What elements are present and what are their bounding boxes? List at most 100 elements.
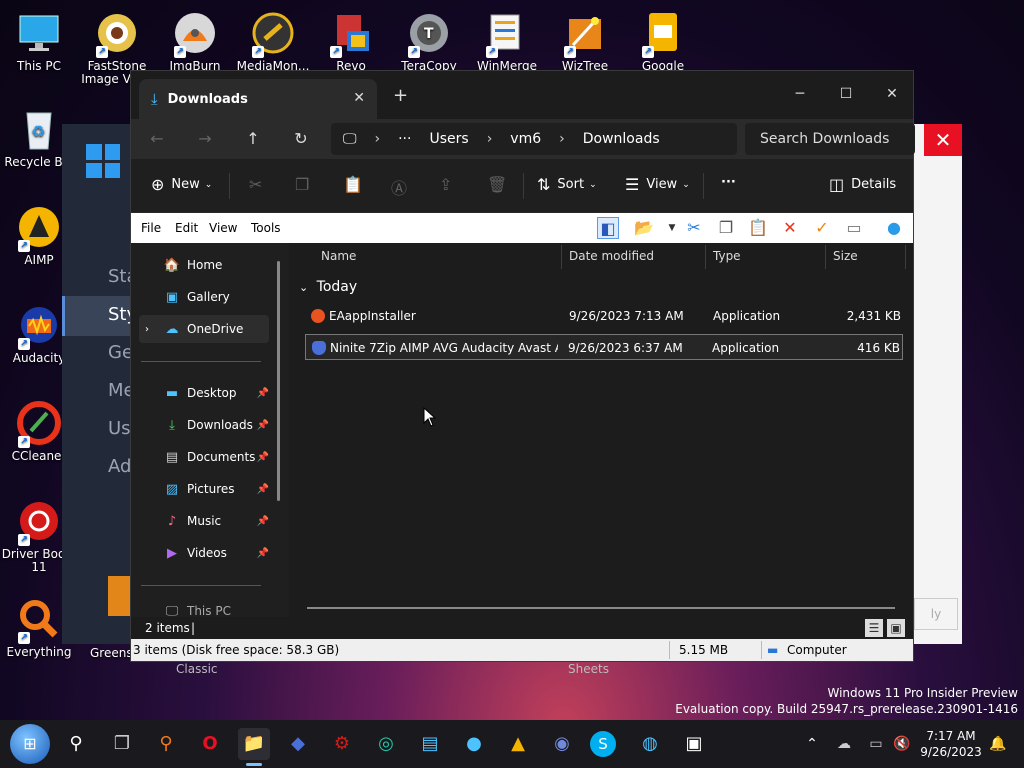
nav-item-desktop[interactable]: ▬ Desktop 📌 — [139, 379, 269, 407]
column-divider[interactable] — [905, 245, 906, 269]
column-header-type[interactable]: Type — [713, 249, 741, 263]
nav-item-downloads[interactable]: ⤓ Downloads 📌 — [139, 411, 269, 439]
nav-item-home[interactable]: 🏠 Home — [139, 251, 269, 279]
desktop-icon-wiztree[interactable]: ↗ WizTree — [546, 10, 624, 73]
up-button[interactable]: ↑ — [241, 127, 265, 151]
everything-icon[interactable]: ⚲ — [150, 728, 182, 760]
nav-item-pictures[interactable]: ▨ Pictures 📌 — [139, 475, 269, 503]
maximize-button[interactable]: ☐ — [823, 79, 869, 109]
close-button[interactable]: ✕ — [869, 79, 915, 109]
file-row[interactable]: Ninite 7Zip AIMP AVG Audacity Avast Avi.… — [305, 334, 903, 360]
details-view-icon[interactable]: ☰ — [865, 619, 883, 637]
menu-file[interactable]: File — [141, 221, 161, 235]
nav-scrollbar[interactable] — [277, 261, 280, 501]
column-divider[interactable] — [561, 245, 562, 269]
cut-icon[interactable]: ✂ — [249, 175, 262, 194]
paste-icon[interactable]: 📋 — [343, 175, 363, 194]
background-dialog-close-button[interactable]: ✕ — [924, 124, 962, 156]
file-explorer-icon[interactable]: 📁 — [238, 728, 270, 766]
avast-icon[interactable]: ◎ — [370, 728, 402, 760]
globe-icon[interactable]: ● — [883, 217, 905, 239]
tab-close-icon[interactable]: ✕ — [353, 90, 365, 106]
chevron-up-icon[interactable]: ⌃ — [798, 728, 826, 760]
delete-icon[interactable]: 🗑 — [487, 175, 507, 194]
driver-booster-icon[interactable]: ⚙ — [326, 728, 358, 760]
rename-icon[interactable]: Ⓐ — [391, 175, 407, 199]
nav-item-onedrive[interactable]: › ☁ OneDrive — [139, 315, 269, 343]
chrome-icon[interactable]: ◍ — [634, 728, 666, 760]
discord-icon[interactable]: ◉ — [546, 728, 578, 760]
cut-icon[interactable]: ✂ — [683, 217, 705, 239]
paste-icon[interactable]: 📋 — [747, 217, 769, 239]
globe-icon[interactable]: ● — [458, 728, 490, 760]
chevron-down-icon[interactable]: ▼ — [661, 217, 683, 239]
tiles-view-icon[interactable]: ▣ — [887, 619, 905, 637]
desktop-icon-teracopy[interactable]: T ↗ TeraCopy — [390, 10, 468, 73]
nav-item-gallery[interactable]: ▣ Gallery — [139, 283, 269, 311]
view-button[interactable]: ☰ View ⌄ — [625, 175, 690, 194]
group-header[interactable]: ⌄ Today — [299, 279, 357, 295]
system-clock[interactable]: 7:17 AM 9/26/2023 — [916, 728, 986, 760]
nav-item-this-pc[interactable]: 🖵 This PC — [139, 605, 269, 617]
share-icon[interactable]: ⇪ — [439, 175, 452, 194]
details-button[interactable]: ◫ Details — [829, 175, 896, 194]
notepad-icon[interactable]: ▤ — [414, 728, 446, 760]
breadcrumb-item[interactable]: vm6 — [510, 131, 541, 147]
nav-item-videos[interactable]: ▶ Videos 📌 — [139, 539, 269, 567]
delete-x-icon[interactable]: ✕ — [779, 217, 801, 239]
chevron-right-icon[interactable]: › — [145, 324, 149, 335]
notification-bell-icon[interactable]: 🔔 — [986, 728, 1010, 760]
file-row[interactable]: EAappInstaller 9/26/2023 7:13 AM Applica… — [305, 303, 903, 329]
desktop-icon-winmerge[interactable]: ↗ WinMerge — [468, 10, 546, 73]
menu-edit[interactable]: Edit — [175, 221, 198, 235]
new-button[interactable]: ⊕ New ⌄ — [151, 175, 212, 194]
search-icon[interactable]: ⚲ — [60, 728, 92, 760]
start-button[interactable]: ⊞ — [10, 724, 50, 764]
display-icon[interactable]: ▭ — [862, 728, 890, 760]
background-menu-item: Ad — [108, 456, 132, 477]
column-header-date[interactable]: Date modified — [569, 249, 654, 263]
navigation-pane-icon[interactable]: ◧ — [597, 217, 619, 239]
network-info-icon[interactable]: ☁ — [830, 728, 858, 760]
breadcrumb-overflow[interactable]: ··· — [398, 131, 411, 147]
nav-item-documents[interactable]: ▤ Documents 📌 — [139, 443, 269, 471]
folder-check-icon[interactable]: 📂 — [633, 217, 655, 239]
menu-view[interactable]: View — [209, 221, 237, 235]
refresh-button[interactable]: ↻ — [289, 127, 313, 151]
copy-icon[interactable]: ❐ — [715, 217, 737, 239]
column-divider[interactable] — [825, 245, 826, 269]
background-dialog-button[interactable]: ly — [914, 598, 958, 630]
properties-icon[interactable]: ▭ — [843, 217, 865, 239]
more-options-button[interactable]: ··· — [721, 175, 736, 190]
back-button[interactable]: ← — [145, 127, 169, 151]
forward-button[interactable]: → — [193, 127, 217, 151]
settings-window-icon[interactable]: ▣ — [678, 728, 710, 760]
volume-muted-icon[interactable]: 🔇 — [888, 728, 916, 760]
desktop-icon-mediamonkey[interactable]: ↗ MediaMon... — [234, 10, 312, 73]
sort-button-label: Sort — [557, 177, 585, 192]
column-divider[interactable] — [705, 245, 706, 269]
breadcrumb[interactable]: 🖵 › ··· Users › vm6 › Downloads — [331, 123, 737, 155]
column-header-size[interactable]: Size — [833, 249, 858, 263]
opera-icon[interactable]: O — [194, 728, 226, 760]
checkmark-icon[interactable]: ✓ — [811, 217, 833, 239]
desktop-icon-this-pc[interactable]: This PC — [0, 10, 78, 73]
breadcrumb-item[interactable]: Users — [429, 131, 468, 147]
menu-tools[interactable]: Tools — [251, 221, 281, 235]
skype-icon[interactable]: S — [590, 731, 616, 757]
task-view-icon[interactable]: ❐ — [106, 728, 138, 760]
breadcrumb-item[interactable]: Downloads — [583, 131, 660, 147]
column-header-name[interactable]: Name — [321, 249, 356, 263]
tab-downloads[interactable]: ⤓ Downloads ✕ — [139, 79, 377, 119]
aimp-icon[interactable]: ▲ — [502, 728, 534, 760]
desktop-icon-revo[interactable]: ↗ Revo — [312, 10, 390, 73]
minimize-button[interactable]: ─ — [777, 79, 823, 109]
new-tab-button[interactable]: + — [393, 85, 408, 106]
ninite-icon[interactable]: ◆ — [282, 728, 314, 760]
copy-icon[interactable]: ❐ — [295, 175, 309, 194]
nav-item-music[interactable]: ♪ Music 📌 — [139, 507, 269, 535]
horizontal-scrollbar[interactable] — [307, 607, 895, 609]
sort-button[interactable]: ⇅ Sort ⌄ — [537, 175, 597, 194]
search-input[interactable]: Search Downloads — [745, 123, 915, 155]
desktop-icon-imgburn[interactable]: ↗ ImgBurn — [156, 10, 234, 73]
